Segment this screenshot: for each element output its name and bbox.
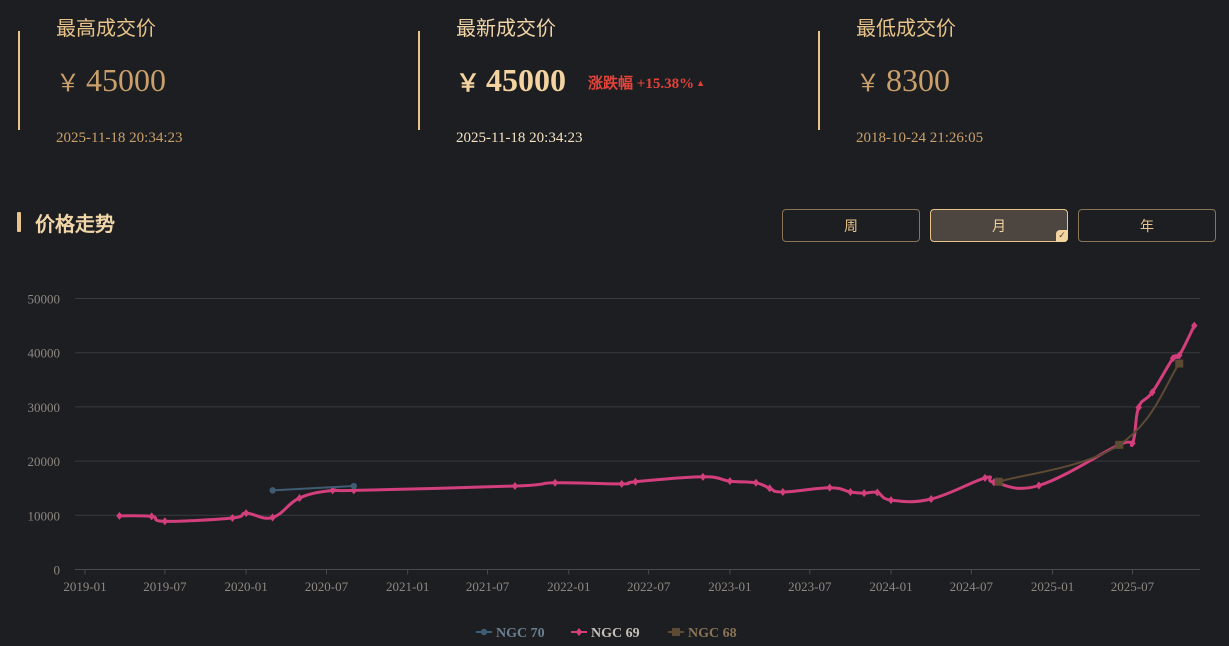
data-point-ngc-69 bbox=[148, 512, 155, 521]
chart-series bbox=[116, 321, 1198, 526]
x-tick-label: 2019-07 bbox=[143, 579, 187, 594]
stat-divider bbox=[418, 31, 420, 130]
tab-week[interactable]: 周 bbox=[782, 209, 920, 242]
legend-label: NGC 69 bbox=[591, 626, 640, 641]
stat-divider bbox=[818, 31, 820, 130]
series-ngc-69 bbox=[116, 321, 1198, 526]
data-point-ngc-70 bbox=[350, 482, 358, 490]
legend-label: NGC 70 bbox=[496, 626, 545, 641]
x-tick-label: 2023-07 bbox=[788, 579, 832, 594]
data-point-ngc-69 bbox=[927, 495, 935, 504]
legend-marker bbox=[672, 628, 680, 636]
chart-grid bbox=[75, 298, 1200, 570]
x-tick-label: 2019-01 bbox=[63, 579, 106, 594]
data-point-ngc-69 bbox=[779, 487, 787, 496]
legend-marker bbox=[480, 628, 488, 636]
change-value: +15.38% bbox=[636, 76, 695, 92]
x-tick-label: 2020-01 bbox=[224, 579, 267, 594]
x-tick-label: 2024-01 bbox=[869, 579, 912, 594]
data-point-ngc-69 bbox=[887, 496, 895, 505]
price-trend-chart: 01000020000300004000050000 2019-01 2019-0… bbox=[28, 292, 1200, 641]
stat-divider bbox=[18, 31, 20, 130]
data-point-ngc-69 bbox=[551, 478, 559, 487]
x-tick-label: 2024-07 bbox=[950, 579, 994, 594]
stat-latest-label: 最新成交价 bbox=[456, 18, 556, 40]
y-tick-label: 20000 bbox=[28, 454, 61, 469]
currency-symbol: ￥ bbox=[456, 71, 480, 97]
section-title-marker bbox=[17, 212, 21, 232]
x-tick-label: 2022-01 bbox=[547, 579, 590, 594]
data-point-ngc-69 bbox=[860, 489, 868, 498]
legend-item-ngc-68[interactable]: NGC 68 bbox=[668, 626, 737, 641]
x-axis: 2019-01 2019-07 2020-01 2020-07 2021-01 2021-… bbox=[63, 569, 1155, 594]
stat-lowest-time: 2018-10-24 21:26:05 bbox=[856, 130, 984, 146]
stat-lowest-value: ￥ 8300 bbox=[856, 62, 950, 99]
data-point-ngc-69 bbox=[269, 513, 276, 522]
tab-year[interactable]: 年 bbox=[1078, 209, 1216, 242]
stat-lowest-price: 8300 bbox=[886, 62, 950, 98]
stat-highest-value: ￥ 45000 bbox=[56, 62, 166, 99]
x-tick-label: 2025-07 bbox=[1111, 579, 1155, 594]
y-tick-label: 40000 bbox=[28, 346, 61, 361]
tab-year-label: 年 bbox=[1140, 218, 1154, 235]
data-point-ngc-69 bbox=[847, 487, 854, 496]
data-point-ngc-69 bbox=[826, 483, 833, 492]
stat-lowest-label: 最低成交价 bbox=[856, 18, 956, 40]
currency-symbol: ￥ bbox=[856, 71, 880, 97]
series-line-ngc-69 bbox=[117, 324, 1196, 523]
y-tick-label: 50000 bbox=[28, 292, 61, 307]
data-point-ngc-70 bbox=[269, 487, 276, 494]
data-point-ngc-69 bbox=[511, 482, 519, 491]
change-label: 涨跌幅 bbox=[588, 76, 634, 92]
stat-latest-price: 45000 bbox=[486, 62, 566, 98]
tab-month[interactable]: 月 ✓ bbox=[930, 209, 1068, 242]
stat-highest-label: 最高成交价 bbox=[56, 18, 156, 40]
y-axis: 0 10000 20000 30000 40000 50000 bbox=[28, 292, 61, 578]
stat-highest: 最高成交价 ￥ 45000 2025-11-18 20:34:23 bbox=[18, 0, 398, 160]
data-point-ngc-69 bbox=[726, 477, 734, 486]
legend-marker bbox=[575, 628, 583, 636]
section-title: 价格走势 bbox=[17, 208, 115, 236]
price-change: 涨跌幅 +15.38% ▲ bbox=[588, 72, 705, 93]
legend-item-ngc-69[interactable]: NGC 69 bbox=[571, 626, 640, 641]
stat-latest-time: 2025-11-18 20:34:23 bbox=[456, 130, 583, 146]
data-point-ngc-69 bbox=[981, 473, 989, 482]
x-tick-label: 2021-07 bbox=[466, 579, 510, 594]
x-tick-label: 2025-01 bbox=[1031, 579, 1074, 594]
x-tick-label: 2023-01 bbox=[708, 579, 751, 594]
x-tick-label: 2022-07 bbox=[627, 579, 671, 594]
stat-latest: 最新成交价 ￥ 45000 涨跌幅 +15.38% ▲ 2025-11-18 20:… bbox=[418, 0, 798, 160]
data-point-ngc-68 bbox=[994, 477, 1003, 486]
series-ngc-68 bbox=[994, 359, 1184, 486]
stat-highest-time: 2025-11-18 20:34:23 bbox=[56, 130, 183, 146]
stat-lowest: 最低成交价 ￥ 8300 2018-10-24 21:26:05 bbox=[818, 0, 1198, 160]
data-point-ngc-69 bbox=[161, 517, 169, 526]
stat-highest-price: 45000 bbox=[86, 62, 166, 98]
y-tick-label: 30000 bbox=[28, 400, 61, 415]
chart-legend: NGC 70 NGC 69 NGC 68 bbox=[476, 626, 737, 641]
x-tick-label: 2021-01 bbox=[386, 579, 429, 594]
data-point-ngc-69 bbox=[752, 478, 760, 487]
series-line-ngc-68 bbox=[997, 362, 1181, 483]
tab-week-label: 周 bbox=[844, 218, 858, 235]
data-point-ngc-69 bbox=[242, 509, 250, 518]
legend-label: NGC 68 bbox=[688, 626, 737, 641]
data-point-ngc-69 bbox=[1035, 481, 1043, 490]
data-point-ngc-69 bbox=[632, 477, 639, 486]
x-tick-label: 2020-07 bbox=[305, 579, 349, 594]
legend-item-ngc-70[interactable]: NGC 70 bbox=[476, 626, 545, 641]
data-point-ngc-69 bbox=[116, 511, 123, 520]
stat-latest-value: ￥ 45000 bbox=[456, 62, 566, 99]
check-icon: ✓ bbox=[1056, 230, 1068, 242]
tab-month-label: 月 bbox=[992, 218, 1006, 235]
data-point-ngc-68 bbox=[1115, 440, 1124, 449]
section-title-text: 价格走势 bbox=[35, 211, 115, 236]
y-tick-label: 10000 bbox=[28, 508, 61, 523]
y-tick-label: 0 bbox=[54, 563, 61, 578]
data-point-ngc-68 bbox=[1175, 359, 1184, 368]
data-point-ngc-69 bbox=[699, 472, 707, 481]
currency-symbol: ￥ bbox=[56, 71, 80, 97]
up-arrow-icon: ▲ bbox=[696, 78, 705, 88]
data-point-ngc-69 bbox=[618, 479, 625, 488]
